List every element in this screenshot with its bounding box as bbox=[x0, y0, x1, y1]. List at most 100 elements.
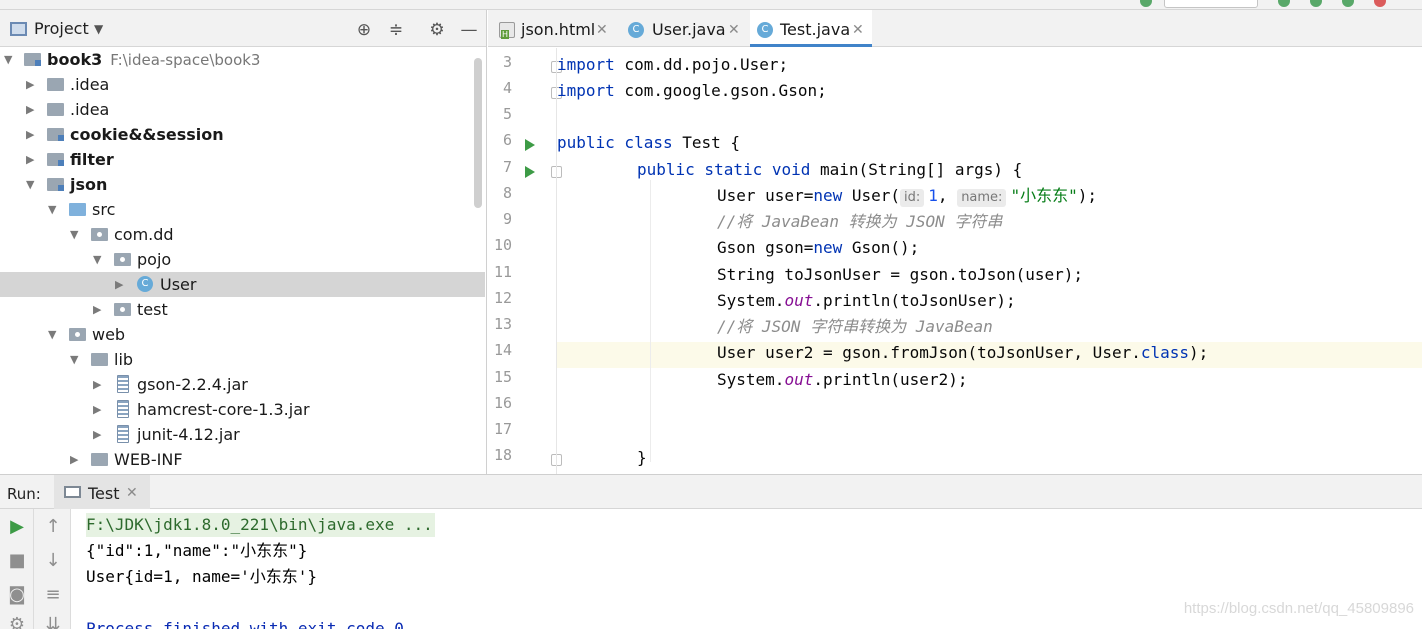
arrow-down-icon[interactable]: ↓ bbox=[36, 547, 70, 575]
package-icon bbox=[91, 228, 108, 241]
soft-wrap-icon[interactable]: ≡ bbox=[36, 581, 70, 609]
console-line: User{id=1, name='小东东'} bbox=[86, 567, 318, 586]
line-number: 6 bbox=[502, 131, 512, 149]
project-panel-title[interactable]: Project bbox=[34, 19, 89, 38]
module-folder-icon bbox=[47, 178, 64, 191]
line-number: 11 bbox=[493, 263, 512, 281]
chevron-down-icon[interactable]: ▼ bbox=[26, 172, 38, 197]
tree-item-user[interactable]: ▶ C User bbox=[0, 272, 485, 297]
web-folder-icon bbox=[69, 328, 86, 341]
tree-item-idea[interactable]: ▶ .idea bbox=[0, 97, 485, 122]
tree-item-label: test bbox=[137, 300, 168, 319]
settings-icon[interactable]: ⚙ bbox=[0, 611, 34, 629]
chevron-down-icon[interactable]: ▼ bbox=[4, 47, 16, 72]
collapse-all-icon[interactable]: ≑ bbox=[386, 20, 406, 40]
tab-label: Test.java bbox=[780, 20, 851, 39]
tree-item-lib[interactable]: ▼ lib bbox=[0, 347, 485, 372]
tree-item-hamcrest-jar[interactable]: ▶ hamcrest-core-1.3.jar bbox=[0, 397, 485, 422]
parameter-hint-id: id: bbox=[900, 189, 925, 207]
run-main-icon[interactable] bbox=[525, 166, 535, 178]
locate-icon[interactable]: ⊕ bbox=[354, 20, 374, 40]
chevron-right-icon[interactable]: ▶ bbox=[26, 147, 38, 172]
stop-icon[interactable] bbox=[1374, 0, 1386, 7]
camera-icon[interactable]: ◙ bbox=[0, 581, 34, 609]
tree-item-com-dd[interactable]: ▼ com.dd bbox=[0, 222, 485, 247]
package-icon bbox=[114, 253, 131, 266]
tree-item-web[interactable]: ▼ web bbox=[0, 322, 485, 347]
chevron-right-icon[interactable]: ▶ bbox=[26, 97, 38, 122]
tab-json-html[interactable]: json.html ✕ bbox=[496, 10, 614, 47]
tree-item-filter[interactable]: ▶ filter bbox=[0, 147, 485, 172]
gear-icon[interactable]: ⚙ bbox=[427, 20, 447, 40]
tree-item-cookie-session[interactable]: ▶ cookie&&session bbox=[0, 122, 485, 147]
coverage-icon[interactable] bbox=[1342, 0, 1354, 7]
chevron-right-icon[interactable]: ▶ bbox=[93, 422, 105, 447]
tree-item-label: web bbox=[92, 325, 126, 344]
chevron-down-icon[interactable]: ▼ bbox=[48, 322, 60, 347]
tree-item-pojo[interactable]: ▼ pojo bbox=[0, 247, 485, 272]
chevron-down-icon[interactable]: ▼ bbox=[48, 197, 60, 222]
close-icon[interactable]: ✕ bbox=[126, 485, 138, 501]
console-command-line[interactable]: F:\JDK\jdk1.8.0_221\bin\java.exe ... bbox=[86, 513, 435, 537]
run-toolbar-secondary: ↑ ↓ ≡ ⇊ bbox=[34, 509, 71, 629]
indent-guide bbox=[650, 180, 651, 462]
run-configuration-selector[interactable] bbox=[1164, 0, 1258, 8]
module-folder-icon bbox=[24, 53, 41, 66]
chevron-right-icon[interactable]: ▶ bbox=[115, 272, 127, 297]
tree-item-test[interactable]: ▶ test bbox=[0, 297, 485, 322]
chevron-right-icon[interactable]: ▶ bbox=[93, 372, 105, 397]
arrow-up-icon[interactable]: ↑ bbox=[36, 513, 70, 541]
scroll-to-end-icon[interactable]: ⇊ bbox=[36, 611, 70, 629]
line-number: 7 bbox=[502, 158, 512, 176]
tree-item-junit-jar[interactable]: ▶ junit-4.12.jar bbox=[0, 422, 485, 447]
tree-item-book3[interactable]: ▼ book3 F:\idea-space\book3 bbox=[0, 47, 485, 72]
tab-user-java[interactable]: C User.java ✕ bbox=[624, 10, 746, 47]
debug-icon[interactable] bbox=[1310, 0, 1322, 7]
chevron-right-icon[interactable]: ▶ bbox=[93, 297, 105, 322]
rerun-icon[interactable]: ▶ bbox=[0, 513, 34, 541]
tab-label: User.java bbox=[652, 20, 726, 39]
java-class-icon: C bbox=[757, 22, 773, 38]
tree-item-path: F:\idea-space\book3 bbox=[110, 51, 261, 69]
hide-icon[interactable]: — bbox=[459, 20, 479, 40]
code-line-13: //将 JSON 字符串转换为 JavaBean bbox=[717, 317, 993, 336]
editor-tabs: json.html ✕ C User.java ✕ C Test.java ✕ bbox=[488, 10, 1422, 47]
close-icon[interactable]: ✕ bbox=[728, 10, 740, 50]
module-folder-icon bbox=[47, 153, 64, 166]
chevron-down-icon[interactable]: ▼ bbox=[70, 347, 82, 372]
line-number: 4 bbox=[502, 79, 512, 97]
tree-item-src[interactable]: ▼ src bbox=[0, 197, 485, 222]
run-class-icon[interactable] bbox=[525, 139, 535, 151]
chevron-right-icon[interactable]: ▶ bbox=[26, 72, 38, 97]
chevron-right-icon[interactable]: ▶ bbox=[93, 397, 105, 422]
editor-gutter[interactable]: 3 4 5 6 7 8 9 10 11 12 13 14 15 16 17 18 bbox=[488, 48, 562, 474]
line-number: 16 bbox=[493, 394, 512, 412]
chevron-right-icon[interactable]: ▶ bbox=[70, 447, 82, 472]
code-line-18: } bbox=[637, 448, 647, 467]
tree-item-web-inf[interactable]: ▶ WEB-INF bbox=[0, 447, 485, 472]
project-scrollbar[interactable] bbox=[474, 58, 482, 208]
code-line-11: String toJsonUser = gson.toJson(user); bbox=[717, 265, 1084, 284]
line-number: 13 bbox=[493, 315, 512, 333]
build-icon[interactable] bbox=[1140, 0, 1152, 7]
run-tab-test[interactable]: Test ✕ bbox=[54, 475, 150, 509]
line-number: 3 bbox=[502, 53, 512, 71]
tree-item-json[interactable]: ▼ json bbox=[0, 172, 485, 197]
code-line-15: System.out.println(user2); bbox=[717, 370, 968, 389]
chevron-down-icon[interactable]: ▼ bbox=[70, 222, 82, 247]
tab-label: json.html bbox=[521, 20, 596, 39]
code-line-6: public class Test { bbox=[557, 133, 741, 152]
tree-item-gson-jar[interactable]: ▶ gson-2.2.4.jar bbox=[0, 372, 485, 397]
close-icon[interactable]: ✕ bbox=[596, 10, 608, 50]
tab-test-java[interactable]: C Test.java ✕ bbox=[750, 10, 872, 47]
tree-item-idea[interactable]: ▶ .idea bbox=[0, 72, 485, 97]
code-area[interactable]: import com.dd.pojo.User; import com.goog… bbox=[557, 48, 1422, 474]
line-number: 14 bbox=[493, 341, 512, 359]
chevron-down-icon[interactable]: ▼ bbox=[94, 22, 103, 36]
chevron-right-icon[interactable]: ▶ bbox=[26, 122, 38, 147]
close-icon[interactable]: ✕ bbox=[852, 10, 864, 50]
run-icon[interactable] bbox=[1278, 0, 1290, 7]
folder-icon bbox=[91, 453, 108, 466]
stop-icon[interactable]: ■ bbox=[0, 547, 34, 575]
chevron-down-icon[interactable]: ▼ bbox=[93, 247, 105, 272]
